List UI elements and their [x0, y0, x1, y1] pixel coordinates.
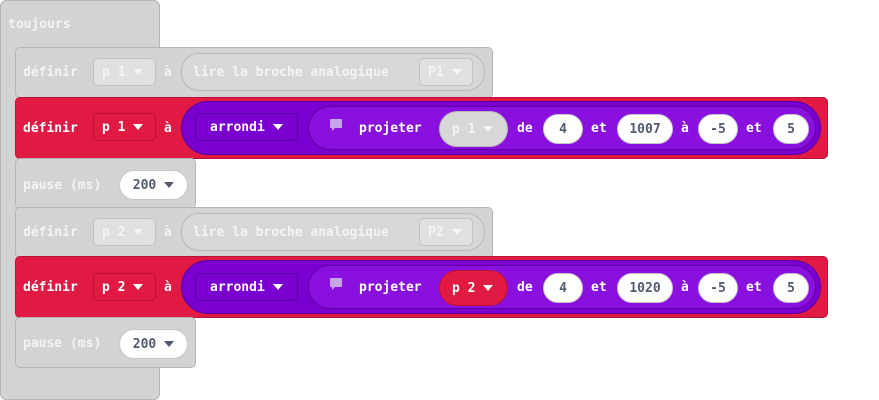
variable-name: p 1: [452, 121, 476, 137]
map-label: projeter: [359, 280, 422, 295]
chevron-down-icon: [483, 126, 494, 132]
set-label: définir: [23, 121, 78, 136]
from-low-input[interactable]: 4: [543, 114, 583, 144]
from-high-input[interactable]: 1020: [617, 273, 673, 303]
pin-name: P2: [428, 224, 444, 240]
chevron-down-icon: [451, 69, 462, 75]
chevron-down-icon: [133, 229, 144, 235]
chevron-down-icon: [272, 124, 283, 130]
from-low-input[interactable]: 4: [543, 273, 583, 303]
pin-dropdown[interactable]: P2: [419, 218, 473, 246]
to-label: à: [681, 121, 689, 136]
to-label: à: [164, 225, 172, 240]
forever-label: toujours: [8, 17, 71, 32]
pause-dropdown[interactable]: 200: [119, 170, 188, 200]
to-low-input[interactable]: -5: [698, 114, 738, 144]
pause-value: 200: [132, 177, 157, 193]
from-label: de: [517, 121, 533, 136]
to-label: à: [164, 280, 172, 295]
comment-icon[interactable]: [330, 278, 342, 290]
variable-name: p 2: [102, 224, 126, 240]
set-label: définir: [23, 65, 78, 80]
chevron-down-icon: [133, 284, 144, 290]
variable-name: p 1: [102, 64, 126, 80]
round-label: arrondi: [210, 279, 265, 295]
variable-dropdown[interactable]: p 2: [93, 273, 156, 301]
to-high-input[interactable]: 5: [773, 273, 809, 303]
round-dropdown[interactable]: arrondi: [195, 113, 298, 141]
pause-dropdown[interactable]: 200: [119, 329, 188, 359]
comment-icon[interactable]: [330, 119, 342, 131]
map-variable[interactable]: p 1: [439, 111, 508, 147]
pause-label: pause (ms): [23, 336, 102, 351]
and-label: et: [746, 280, 762, 295]
variable-dropdown[interactable]: p 2: [93, 218, 156, 246]
to-label: à: [164, 121, 172, 136]
chevron-down-icon: [483, 285, 494, 291]
variable-dropdown[interactable]: p 1: [93, 58, 156, 86]
to-label: à: [681, 280, 689, 295]
and-label: et: [591, 121, 607, 136]
and-label: et: [591, 280, 607, 295]
variable-name: p 2: [452, 280, 476, 296]
chevron-down-icon: [164, 341, 175, 347]
set-label: définir: [23, 225, 78, 240]
round-dropdown[interactable]: arrondi: [195, 273, 298, 301]
variable-name: p 2: [102, 279, 126, 295]
from-label: de: [517, 280, 533, 295]
from-high-input[interactable]: 1007: [617, 114, 673, 144]
variable-name: p 1: [102, 119, 126, 135]
to-low-input[interactable]: -5: [698, 273, 738, 303]
to-label: à: [164, 65, 172, 80]
chevron-down-icon: [451, 229, 462, 235]
pause-value: 200: [132, 336, 157, 352]
analog-read-label: lire la broche analogique: [193, 65, 389, 80]
chevron-down-icon: [133, 69, 144, 75]
analog-read-label: lire la broche analogique: [193, 225, 389, 240]
chevron-down-icon: [164, 182, 175, 188]
chevron-down-icon: [272, 284, 283, 290]
pause-label: pause (ms): [23, 178, 102, 193]
map-variable[interactable]: p 2: [439, 270, 508, 306]
pin-name: P1: [428, 64, 444, 80]
round-label: arrondi: [210, 119, 265, 135]
pin-dropdown[interactable]: P1: [419, 58, 473, 86]
and-label: et: [746, 121, 762, 136]
map-label: projeter: [359, 121, 422, 136]
chevron-down-icon: [133, 124, 144, 130]
variable-dropdown[interactable]: p 1: [93, 113, 156, 141]
to-high-input[interactable]: 5: [773, 114, 809, 144]
set-label: définir: [23, 280, 78, 295]
